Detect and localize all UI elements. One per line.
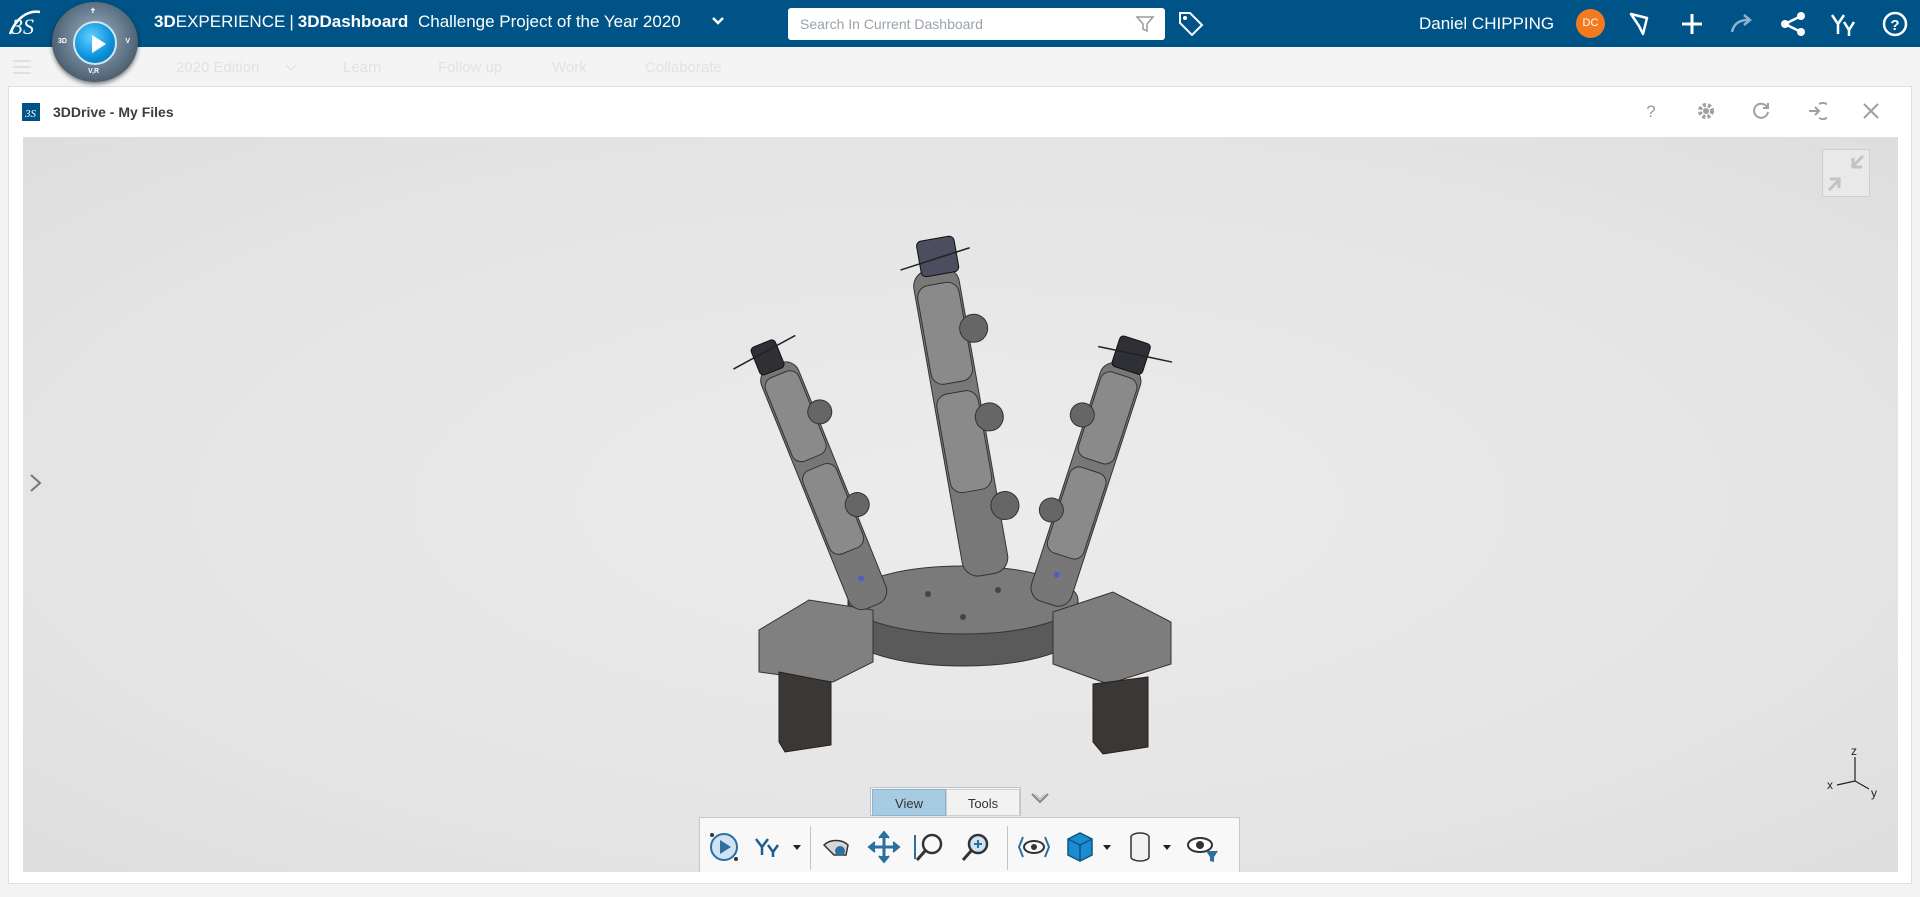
collapse-arrows-icon: [1827, 154, 1865, 192]
brand-separator: |: [289, 12, 294, 31]
compass-play-icon[interactable]: [73, 21, 117, 65]
compass-3d-label: 3D: [58, 38, 67, 45]
widget-app-icon: 3S: [22, 103, 40, 121]
tab-chevron-down-icon[interactable]: [285, 64, 297, 72]
tab-2020-edition[interactable]: 2020 Edition: [176, 59, 259, 76]
action-bar: [699, 817, 1240, 872]
search-placeholder: Search In Current Dashboard: [800, 16, 983, 32]
side-panel-chevron-right-icon[interactable]: [27, 472, 45, 494]
compass-button[interactable]: ✝ 3D V V,R: [52, 2, 138, 82]
top-bar: 3S ✝ 3D V V,R 3DEXPERIENCE | 3DDashboard C…: [0, 0, 1920, 82]
compass-v-label: V: [125, 38, 130, 45]
widget-refresh-icon[interactable]: [1750, 100, 1772, 122]
3ds-logo-icon[interactable]: 3S: [6, 6, 46, 42]
network-share-icon[interactable]: [1779, 10, 1807, 38]
zoom-in-icon[interactable]: [956, 827, 996, 867]
view-cube-icon[interactable]: [1060, 827, 1100, 867]
robot-hand-3d-model[interactable]: [713, 222, 1213, 762]
axis-triad: z x y: [1827, 747, 1877, 800]
search-input[interactable]: Search In Current Dashboard: [788, 8, 1165, 40]
widget-3ddrive: 3S 3DDrive - My Files ? z x y View Tools: [8, 86, 1912, 884]
help-icon[interactable]: ?: [1881, 10, 1909, 38]
collapse-view-button[interactable]: [1822, 149, 1870, 197]
avatar[interactable]: DC: [1576, 9, 1605, 38]
tab-collaborate[interactable]: Collaborate: [645, 59, 722, 76]
tab-tools[interactable]: Tools: [946, 789, 1020, 816]
user-name[interactable]: Daniel CHIPPING: [1419, 14, 1554, 34]
compass-top-icon: ✝: [90, 8, 96, 15]
search-filter-icon[interactable]: [1135, 14, 1155, 34]
communication-icon[interactable]: [1626, 10, 1654, 38]
compass-vr-label: V,R: [88, 68, 100, 75]
3d-viewer[interactable]: z x y View Tools: [23, 137, 1898, 872]
widget-settings-gear-icon[interactable]: [1695, 100, 1717, 122]
axis-z-label: z: [1851, 747, 1857, 758]
tab-work[interactable]: Work: [552, 59, 587, 76]
look-at-icon[interactable]: [1014, 827, 1054, 867]
brand-experience: EXPERIENCE: [175, 12, 286, 31]
tab-view[interactable]: View: [872, 789, 946, 816]
widget-title: 3DDrive - My Files: [53, 104, 174, 120]
svg-text:3S: 3S: [24, 108, 37, 120]
widget-close-icon[interactable]: [1860, 100, 1882, 122]
fly-mode-icon[interactable]: [818, 827, 858, 867]
visibility-filter-icon[interactable]: [1182, 827, 1222, 867]
render-style-dropdown-icon[interactable]: [1163, 845, 1171, 850]
axis-y-label: y: [1871, 786, 1877, 800]
svg-text:3S: 3S: [11, 14, 34, 39]
dashboard-chevron-down-icon[interactable]: [710, 12, 726, 28]
svg-text:?: ?: [1890, 17, 1899, 34]
axis-x-label: x: [1827, 778, 1833, 792]
apps-ribbon-icon[interactable]: [1829, 10, 1857, 38]
svg-text:?: ?: [1646, 102, 1655, 121]
brand-title: 3DEXPERIENCE | 3DDashboard: [154, 12, 408, 32]
brand-app: 3DDashboard: [297, 12, 409, 31]
widget-help-icon[interactable]: ?: [1640, 100, 1662, 122]
compass-ribbon-dropdown-icon[interactable]: [793, 845, 801, 850]
widget-maximize-icon[interactable]: [1805, 100, 1827, 122]
zoom-area-icon[interactable]: [910, 827, 950, 867]
menu-icon[interactable]: [12, 59, 32, 75]
brand-3d: 3D: [154, 12, 176, 31]
share-arrow-icon[interactable]: [1728, 10, 1756, 38]
tab-learn[interactable]: Learn: [343, 59, 381, 76]
pan-icon[interactable]: [864, 827, 904, 867]
toolbar-separator: [1007, 826, 1008, 870]
play-experience-icon[interactable]: [704, 827, 744, 867]
widget-header: 3S 3DDrive - My Files ?: [9, 87, 1911, 135]
tag-icon[interactable]: [1177, 10, 1205, 36]
dashboard-title[interactable]: Challenge Project of the Year 2020: [418, 12, 681, 32]
toolbar-separator: [810, 826, 811, 870]
tab-follow-up[interactable]: Follow up: [438, 59, 502, 76]
render-style-icon[interactable]: [1120, 827, 1160, 867]
add-icon[interactable]: [1678, 10, 1706, 38]
action-bar-collapse-chevron-icon[interactable]: [1029, 788, 1051, 808]
dashboard-tab-bar: 2020 Edition Learn Follow up Work Collab…: [0, 47, 1920, 85]
compass-ribbon-icon[interactable]: [750, 827, 790, 867]
view-cube-dropdown-icon[interactable]: [1103, 845, 1111, 850]
